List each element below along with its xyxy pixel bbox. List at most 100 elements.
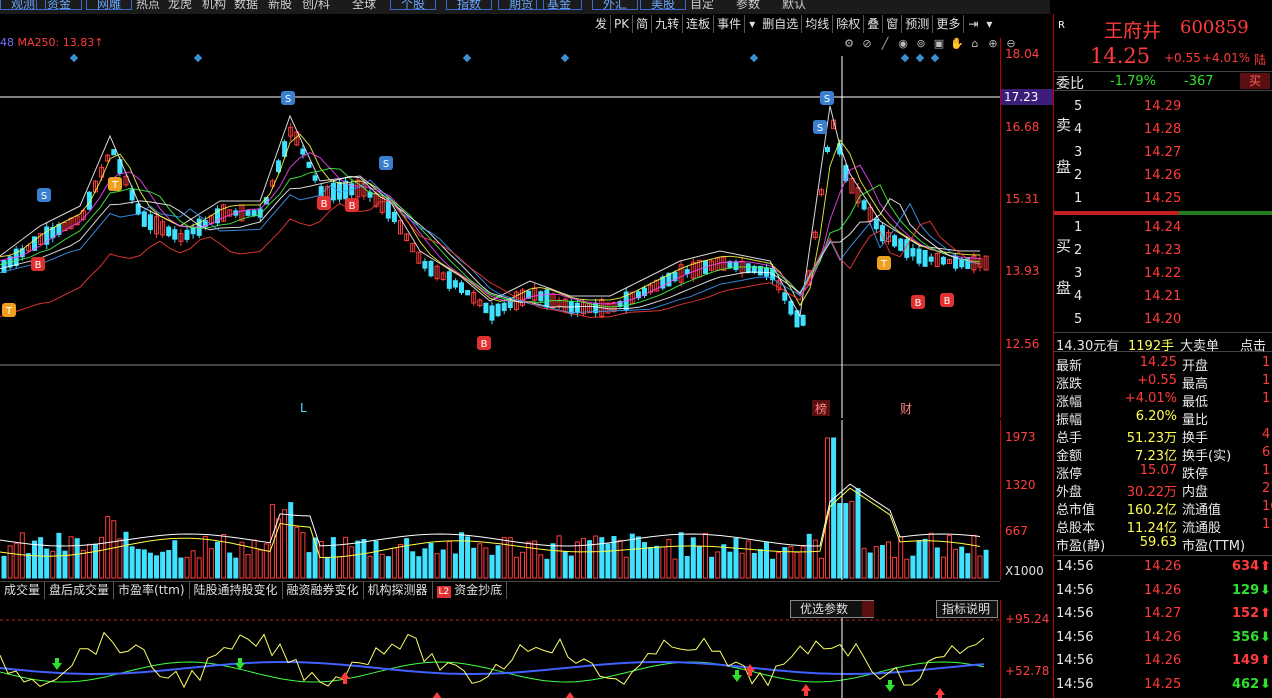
signal-badge[interactable]: B xyxy=(477,336,491,350)
tick-qty: 129 xyxy=(1232,582,1260,598)
candlestick-chart[interactable]: S S S S S B B B B B B T T T L 榜 财 xyxy=(0,38,1000,418)
tick-qty: 634 xyxy=(1232,559,1260,574)
toolbar-button[interactable]: 均线 xyxy=(802,15,834,33)
order-price: 14.28 xyxy=(1144,122,1182,137)
signal-badge[interactable]: B xyxy=(31,257,45,271)
nav-item[interactable]: 新股 xyxy=(268,0,292,11)
event-diamond-icon[interactable] xyxy=(462,53,472,63)
signal-badge[interactable]: B xyxy=(345,198,359,212)
volume-bar xyxy=(361,538,367,579)
nav-item[interactable]: 资金 xyxy=(36,0,83,11)
toolbar-button[interactable]: 发 xyxy=(592,15,612,33)
volume-bar xyxy=(574,541,580,579)
order-book-row[interactable]: 4 14.21 xyxy=(1054,289,1272,307)
signal-badge[interactable]: B xyxy=(911,295,925,309)
sell-book: 卖盘 5 14.29 4 14.28 3 14.27 2 14.26 1 14.25 xyxy=(1054,94,1272,212)
volume-axis: 1973 1320 667 X1000 xyxy=(1000,420,1052,580)
indicator-tab[interactable]: 盘后成交量 xyxy=(45,582,115,599)
event-diamond-icon[interactable] xyxy=(930,53,940,63)
toolbar-button[interactable]: 除权 xyxy=(833,15,865,33)
indicator-tab[interactable]: 市盈率(ttm) xyxy=(114,582,190,599)
finance-marker[interactable]: 财 xyxy=(900,402,912,416)
nav-item[interactable]: 网雕 xyxy=(86,0,133,11)
signal-badge-label: S xyxy=(285,94,291,105)
event-diamond-icon[interactable] xyxy=(900,53,910,63)
signal-badge-label: T xyxy=(111,180,119,191)
event-diamond-icon[interactable] xyxy=(560,53,570,63)
event-diamond-icon[interactable] xyxy=(915,53,925,63)
toolbar-button[interactable]: 叠 xyxy=(864,15,884,33)
event-diamond-icon[interactable] xyxy=(69,53,79,63)
nav-item[interactable]: 数据 xyxy=(234,0,258,11)
signal-badge[interactable]: B xyxy=(940,293,954,307)
indicator-tab[interactable]: 陆股通持股变化 xyxy=(190,582,283,599)
toolbar-button[interactable]: ▾ xyxy=(745,15,759,33)
quote-value: 160.2亿 xyxy=(1126,503,1177,518)
indicator-tab[interactable]: 机构探测器 xyxy=(364,582,433,599)
nav-item[interactable]: 美股 xyxy=(640,0,687,11)
order-book-row[interactable]: 3 14.27 xyxy=(1054,145,1272,163)
order-book-row[interactable]: 5 14.20 xyxy=(1054,312,1272,330)
candle-body xyxy=(788,300,794,315)
buy-button[interactable]: 买 xyxy=(1240,73,1270,89)
signal-badge[interactable]: S xyxy=(37,188,51,202)
volume-bar xyxy=(550,543,556,579)
nav-item[interactable]: 个股 xyxy=(390,0,437,11)
toolbar-button[interactable]: 九转 xyxy=(652,15,684,33)
signal-badge[interactable]: B xyxy=(317,196,331,210)
price-axis-label: 15.31 xyxy=(1005,192,1040,206)
order-book-row[interactable]: 1 14.25 xyxy=(1054,191,1272,209)
indicator-tab[interactable]: 融资融券变化 xyxy=(283,582,364,599)
nav-item[interactable]: 指数 xyxy=(446,0,493,11)
indicator-tab[interactable]: 成交量 xyxy=(0,582,46,599)
signal-badge[interactable]: T xyxy=(2,303,16,317)
order-book-row[interactable]: 2 14.26 xyxy=(1054,168,1272,186)
signal-badge[interactable]: S xyxy=(281,91,295,105)
indicator-tab[interactable]: L2 资金抄底 xyxy=(433,582,508,599)
signal-badge[interactable]: T xyxy=(108,177,122,191)
signal-badge[interactable]: S xyxy=(379,156,393,170)
toolbar-button[interactable]: ▾ xyxy=(982,15,996,33)
volume-bar xyxy=(764,542,769,579)
optimal-params-dropdown[interactable] xyxy=(862,601,874,617)
signal-badge[interactable]: S xyxy=(813,120,827,134)
toolbar-button[interactable]: 简 xyxy=(633,15,653,33)
ranking-marker[interactable]: 榜 xyxy=(815,401,827,416)
volume-bar xyxy=(129,546,135,579)
nav-item[interactable]: 参数 xyxy=(736,0,760,11)
nav-item[interactable]: 热点 xyxy=(136,0,160,11)
event-diamond-icon[interactable] xyxy=(193,53,203,63)
toolbar-button[interactable]: 连板 xyxy=(683,15,715,33)
indicator-help-button[interactable]: 指标说明 xyxy=(936,600,998,618)
event-diamond-icon[interactable] xyxy=(749,53,759,63)
nav-item[interactable]: 默认 xyxy=(782,0,806,11)
volume-bar xyxy=(617,539,623,579)
big-order-row[interactable]: 14.30元有 1192手 大卖单 点击 xyxy=(1054,332,1272,354)
signal-badge-label: T xyxy=(880,259,888,270)
toolbar-button[interactable]: 更多 xyxy=(933,15,965,33)
nav-item[interactable]: 全球 xyxy=(352,0,376,11)
nav-item[interactable]: 外汇 xyxy=(592,0,639,11)
signal-badge[interactable]: T xyxy=(877,256,891,270)
nav-item[interactable]: 龙虎 xyxy=(168,0,192,11)
candle-body xyxy=(312,175,318,181)
order-book-row[interactable]: 4 14.28 xyxy=(1054,122,1272,140)
volume-chart[interactable] xyxy=(0,420,1000,580)
nav-item[interactable]: 机构 xyxy=(202,0,226,11)
toolbar-button[interactable]: ⇥ xyxy=(964,15,982,33)
order-book-row[interactable]: 5 14.29 xyxy=(1054,99,1272,117)
order-book-row[interactable]: 3 14.22 xyxy=(1054,266,1272,284)
toolbar-button[interactable]: 删自选 xyxy=(759,15,803,33)
order-book-row[interactable]: 2 14.23 xyxy=(1054,243,1272,261)
signal-badge[interactable]: S xyxy=(820,91,834,105)
quote-value: 1 xyxy=(1262,355,1271,370)
tick-qty: 149 xyxy=(1232,653,1260,669)
nav-item[interactable]: 创/科 xyxy=(302,0,330,11)
nav-item[interactable]: 基金 xyxy=(536,0,583,11)
toolbar-button[interactable]: PK xyxy=(611,15,634,33)
toolbar-button[interactable]: 预测 xyxy=(902,15,934,33)
toolbar-button[interactable]: 窗 xyxy=(883,15,903,33)
order-book-row[interactable]: 1 14.24 xyxy=(1054,220,1272,238)
toolbar-button[interactable]: 事件 xyxy=(714,15,746,33)
nav-item[interactable]: 自定 xyxy=(690,0,714,11)
